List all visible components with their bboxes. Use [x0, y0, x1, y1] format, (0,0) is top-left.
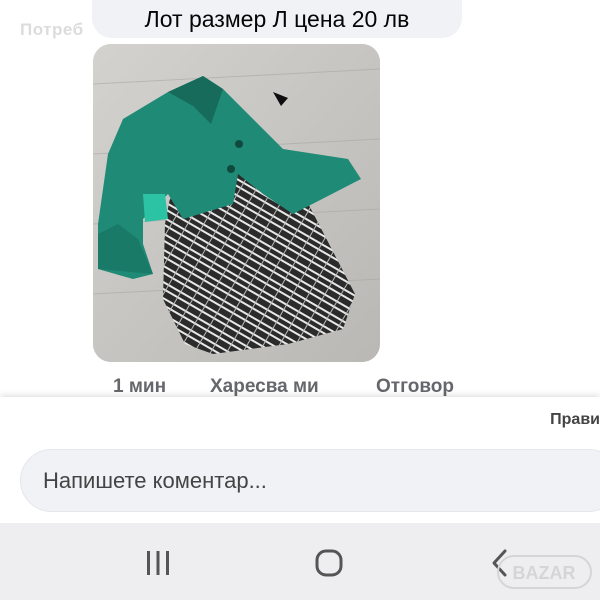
comment-actions: 1 мин Харесва ми Отговор [0, 376, 600, 398]
rules-link[interactable]: Прави [550, 411, 600, 429]
reply-link[interactable]: Отговор [376, 376, 454, 398]
bazar-logo-text: BAZAR [513, 563, 576, 583]
comment-field[interactable] [20, 449, 600, 512]
comment-input[interactable] [41, 466, 585, 495]
post-photo[interactable] [93, 44, 380, 362]
home-button[interactable] [307, 543, 351, 583]
comment-composer: Прави [0, 397, 600, 523]
timestamp: 1 мин [113, 376, 167, 397]
post-message-bubble: Лот размер Л цена 20 лв [92, 0, 462, 38]
home-icon [315, 549, 343, 577]
android-navigation-bar: BAZAR [0, 523, 600, 600]
dress-jacket-photo-icon [93, 44, 380, 362]
recents-button[interactable] [136, 543, 180, 583]
watermark-text: Потреб [20, 20, 84, 39]
post-message-text: Лот размер Л цена 20 лв [144, 5, 410, 32]
recents-icon [147, 551, 169, 575]
like-link[interactable]: Харесва ми [210, 376, 319, 398]
bazar-logo: BAZAR [497, 555, 592, 589]
